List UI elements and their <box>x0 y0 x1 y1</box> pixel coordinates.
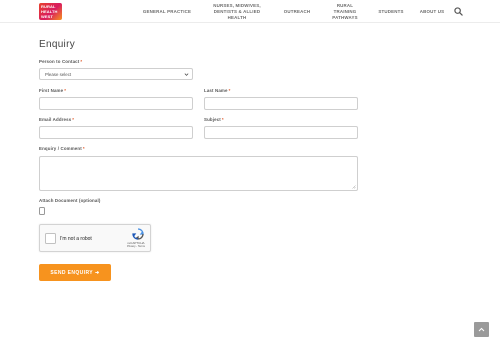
person-to-contact-select[interactable]: Please select <box>39 68 193 80</box>
attach-document-label: Attach Document (optional) <box>39 198 101 203</box>
nav-outreach[interactable]: OUTREACH <box>280 0 314 23</box>
nav-nurses-midwives-dentists[interactable]: NURSES, MIDWIVES, DENTISTS & ALLIED HEAL… <box>207 0 267 23</box>
email-address-label: Email Address* <box>39 117 75 122</box>
recaptcha-label: I'm not a robot <box>60 236 92 242</box>
first-name-label: First Name* <box>39 88 67 93</box>
enquiry-comment-label: Enquiry / Comment* <box>39 146 85 151</box>
scroll-to-top-button[interactable] <box>474 322 489 337</box>
person-to-contact-value: Please select <box>45 71 72 77</box>
first-name-input[interactable] <box>39 97 193 110</box>
required-marker: * <box>80 59 83 64</box>
recaptcha-privacy-terms-link[interactable]: Privacy - Terms <box>122 245 150 248</box>
nav-about-us-label: ABOUT US <box>419 8 445 14</box>
rural-health-west-logo[interactable]: RURAL HEALTH WEST <box>39 3 62 20</box>
email-address-input[interactable] <box>39 126 193 139</box>
recaptcha-widget: I'm not a robot reCAPTCHA Privacy - Term… <box>39 224 151 252</box>
nav-general-practice-label: GENERAL PRACTICE <box>142 8 192 14</box>
arrow-right-icon: ➜ <box>95 269 100 276</box>
last-name-input[interactable] <box>204 97 358 110</box>
required-marker: * <box>82 146 85 151</box>
last-name-label: Last Name* <box>204 88 231 93</box>
logo-line-3: WEST <box>41 14 53 19</box>
required-marker: * <box>228 88 231 93</box>
nav-rural-line-3: PATHWAYS <box>332 14 358 20</box>
enquiry-comment-textarea[interactable] <box>39 156 358 191</box>
required-marker: * <box>64 88 67 93</box>
required-marker: * <box>221 117 224 122</box>
nav-nurses-line-3: HEALTH <box>227 14 247 20</box>
resize-handle-icon[interactable] <box>352 185 356 189</box>
recaptcha-checkbox[interactable] <box>45 233 56 244</box>
send-enquiry-label: SEND ENQUIRY <box>50 269 94 276</box>
chevron-up-icon <box>478 327 485 332</box>
chevron-down-icon <box>184 73 189 76</box>
nav-about-us[interactable]: ABOUT US <box>415 0 449 23</box>
subject-input[interactable] <box>204 126 358 139</box>
send-enquiry-button[interactable]: SEND ENQUIRY ➜ <box>39 264 111 281</box>
nav-rural-training-pathways[interactable]: RURAL TRAINING PATHWAYS <box>326 0 364 23</box>
nav-general-practice[interactable]: GENERAL PRACTICE <box>138 0 196 23</box>
nav-outreach-label: OUTREACH <box>283 8 311 14</box>
search-icon[interactable] <box>454 7 463 16</box>
nav-students-label: STUDENTS <box>378 8 404 14</box>
page-title: Enquiry <box>39 39 76 50</box>
person-to-contact-label: Person to Contact* <box>39 59 83 64</box>
nav-students[interactable]: STUDENTS <box>374 0 408 23</box>
nav-nurses-line-1: NURSES, MIDWIVES, <box>213 2 261 8</box>
required-marker: * <box>72 117 75 122</box>
subject-label: Subject* <box>204 117 224 122</box>
nav-nurses-line-2: DENTISTS & ALLIED <box>213 8 261 14</box>
site-header: RURAL HEALTH WEST GENERAL PRACTICE NURSE… <box>0 0 500 23</box>
recaptcha-logo-icon <box>132 228 144 240</box>
attach-document-input[interactable] <box>39 207 45 215</box>
nav-rural-line-2: TRAINING <box>333 8 357 14</box>
